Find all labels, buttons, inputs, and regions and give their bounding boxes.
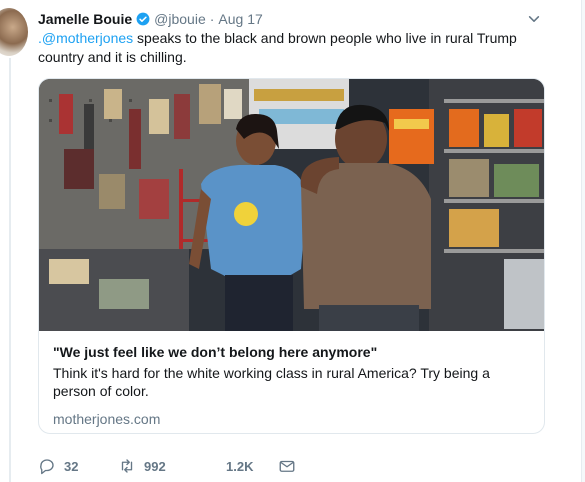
- retweet-icon: [121, 459, 133, 473]
- like-button[interactable]: 1.2K: [226, 459, 253, 474]
- direct-message-icon: [279, 460, 295, 472]
- retweet-count: 992: [144, 458, 166, 474]
- card-image[interactable]: [39, 79, 544, 331]
- reply-count: 32: [64, 458, 79, 474]
- card-domain[interactable]: motherjones.com: [53, 410, 530, 428]
- card-title[interactable]: "We just feel like we don’t belong here …: [53, 343, 530, 361]
- caret-down-icon[interactable]: [527, 12, 541, 26]
- tweet-date[interactable]: Aug 17: [218, 11, 262, 27]
- author-name[interactable]: Jamelle Bouie: [38, 11, 132, 27]
- mention-link[interactable]: .@motherjones: [38, 30, 133, 46]
- card-photo: [39, 79, 544, 331]
- reply-button[interactable]: 32: [38, 457, 78, 475]
- scrollbar[interactable]: [581, 0, 585, 482]
- like-count: 1.2K: [226, 458, 254, 474]
- tweet-text: .@motherjones speaks to the black and br…: [38, 29, 538, 67]
- thread-line: [9, 58, 11, 482]
- verified-icon: [136, 12, 150, 26]
- avatar[interactable]: [0, 8, 28, 56]
- author-handle[interactable]: @jbouie: [154, 11, 206, 27]
- link-card[interactable]: "We just feel like we don’t belong here …: [38, 78, 545, 434]
- retweet-button[interactable]: 992: [118, 457, 166, 475]
- separator: ·: [209, 11, 215, 27]
- tweet-header: Jamelle Bouie @jbouie · Aug 17: [38, 10, 555, 28]
- reply-icon: [40, 459, 54, 475]
- card-description: Think it's hard for the white working cl…: [53, 365, 490, 399]
- direct-message-button[interactable]: [278, 457, 296, 475]
